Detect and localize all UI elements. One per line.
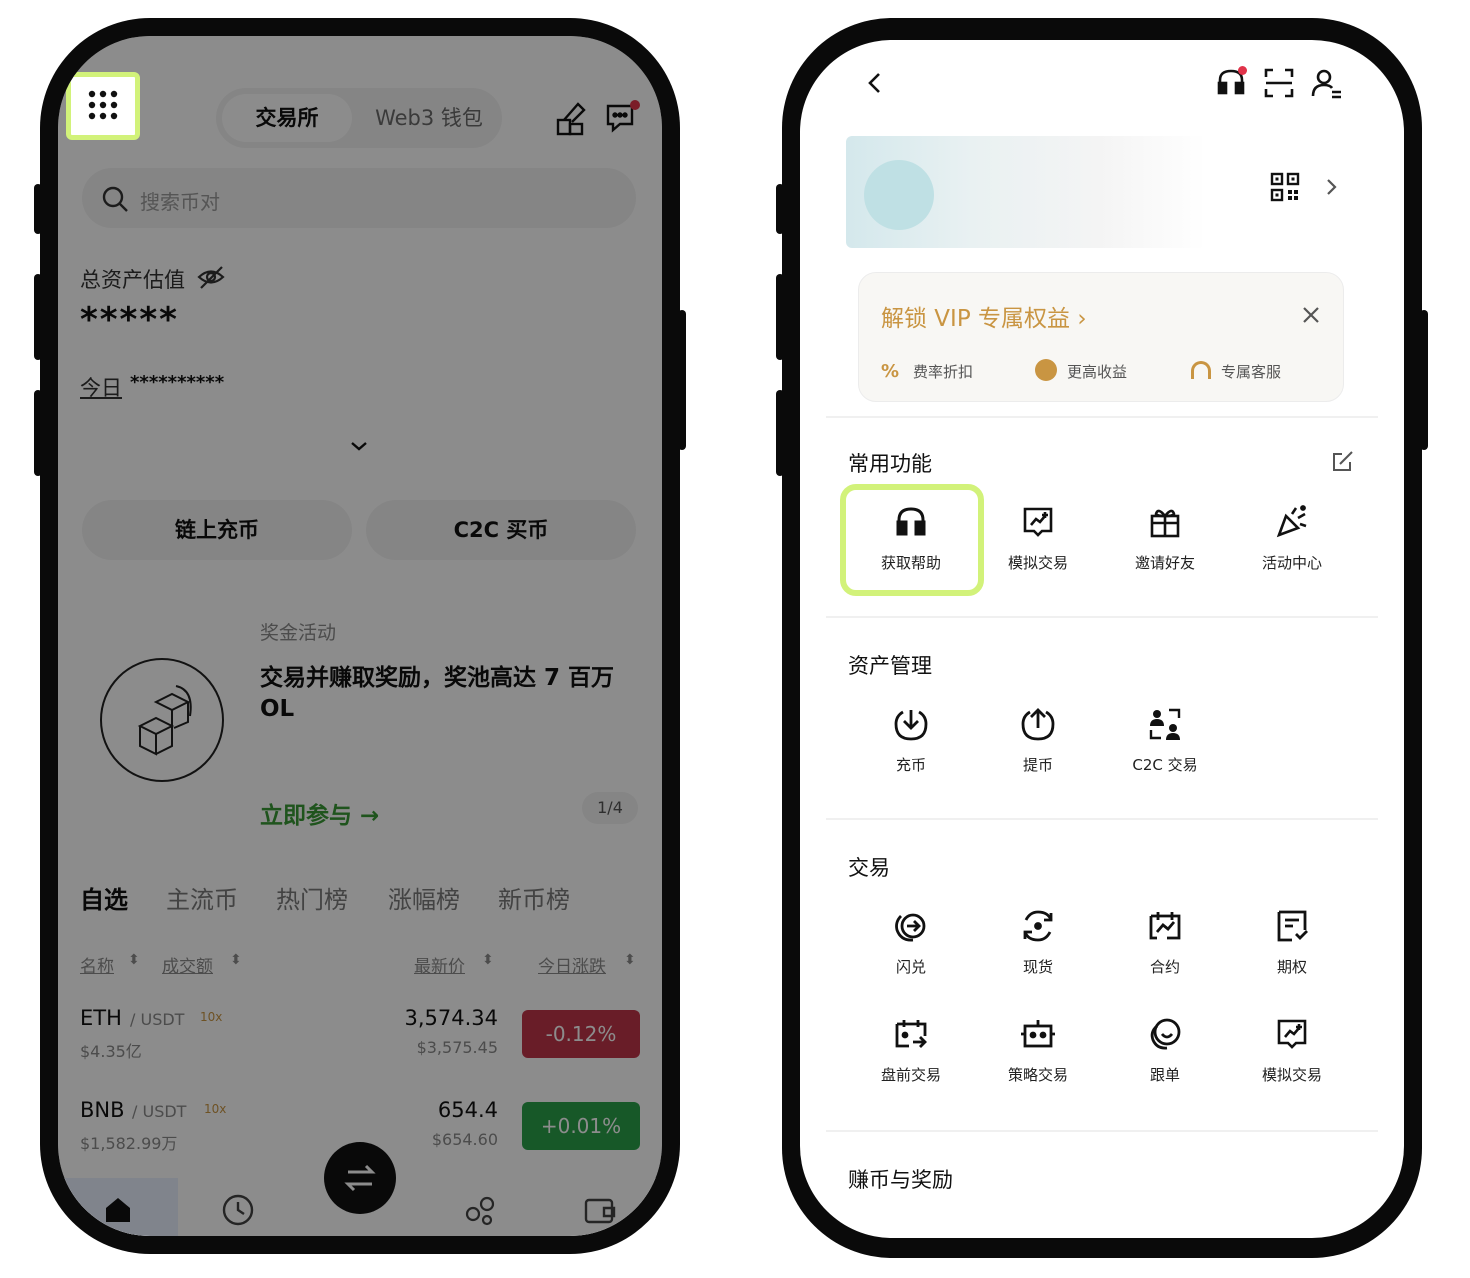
back-icon[interactable] (860, 68, 890, 98)
chevron-right-icon[interactable] (1320, 174, 1342, 200)
section-title-trading: 交易 (848, 856, 890, 880)
item-pre-market[interactable]: 盘前交易 (856, 1016, 966, 1106)
phone-side-button (776, 390, 784, 476)
item-label: 提币 (1022, 756, 1053, 774)
section-title-asset-management: 资产管理 (848, 654, 932, 678)
section-divider (826, 1130, 1378, 1132)
item-label: 活动中心 (1261, 554, 1322, 572)
item-options[interactable]: 期权 (1237, 908, 1347, 998)
section-title-earn-rewards: 赚币与奖励 (848, 1168, 953, 1192)
item-label: 获取帮助 (880, 554, 941, 572)
item-label: 跟单 (1149, 1066, 1180, 1084)
section-divider (826, 416, 1378, 418)
section-title-common: 常用功能 (848, 452, 932, 476)
item-get-help[interactable]: 获取帮助 (856, 504, 966, 594)
item-label: 闪兑 (895, 958, 926, 976)
support-icon[interactable] (1214, 66, 1248, 100)
headset-icon (1191, 361, 1211, 379)
item-bots[interactable]: 策略交易 (983, 1016, 1093, 1106)
item-c2c-trading[interactable]: C2C 交易 (1110, 706, 1220, 796)
item-label: C2C 交易 (1132, 756, 1198, 774)
percent-icon: % (881, 361, 900, 382)
phone-side-button (34, 390, 42, 476)
phone-side-button (678, 310, 686, 450)
phone-side-button (1420, 310, 1428, 450)
scan-icon[interactable] (1262, 66, 1296, 100)
dim-overlay (58, 36, 662, 1236)
item-futures[interactable]: 合约 (1110, 908, 1220, 998)
item-withdraw[interactable]: 提币 (983, 706, 1093, 796)
coin-icon (1035, 359, 1057, 381)
edit-icon[interactable] (1330, 448, 1356, 474)
vip-banner[interactable]: 解锁 VIP 专属权益 › % 费率折扣 更高收益 专属客服 (858, 272, 1344, 402)
notification-dot (1238, 66, 1247, 75)
vip-perk-dedicated-support: 专属客服 (1221, 363, 1282, 381)
profile-switch-icon[interactable] (1310, 66, 1344, 100)
item-label: 期权 (1276, 958, 1307, 976)
item-event-center[interactable]: 活动中心 (1237, 504, 1347, 594)
item-deposit[interactable]: 充币 (856, 706, 966, 796)
phone-side-button (34, 184, 42, 234)
item-copy-trading[interactable]: 跟单 (1110, 1016, 1220, 1106)
phone-side-button (34, 274, 42, 360)
section-divider (826, 616, 1378, 618)
item-label: 模拟交易 (1261, 1066, 1322, 1084)
left-phone-frame: 交易所 Web3 钱包 搜索币对 总资产估值 ***** 今日 ********… (34, 18, 686, 1254)
item-demo-trading-2[interactable]: 模拟交易 (1237, 1016, 1347, 1106)
item-label: 合约 (1149, 958, 1180, 976)
item-label: 充币 (895, 756, 926, 774)
avatar-blurred (864, 160, 934, 230)
item-spot[interactable]: 现货 (983, 908, 1093, 998)
left-screen: 交易所 Web3 钱包 搜索币对 总资产估值 ***** 今日 ********… (58, 36, 662, 1236)
right-screen: 解锁 VIP 专属权益 › % 费率折扣 更高收益 专属客服 常用功能 获取帮助… (800, 40, 1404, 1238)
item-demo-trading[interactable]: 模拟交易 (983, 504, 1093, 594)
item-label: 邀请好友 (1134, 554, 1195, 572)
section-divider (826, 818, 1378, 820)
item-label: 盘前交易 (880, 1066, 941, 1084)
highlight-menu-button[interactable] (66, 72, 140, 140)
qr-code-icon[interactable] (1270, 172, 1300, 202)
item-label: 模拟交易 (1007, 554, 1068, 572)
phone-side-button (776, 184, 784, 234)
phone-side-button (776, 274, 784, 360)
item-invite-friends[interactable]: 邀请好友 (1110, 504, 1220, 594)
vip-title: 解锁 VIP 专属权益 › (881, 306, 1087, 332)
item-convert[interactable]: 闪兑 (856, 908, 966, 998)
vip-perk-higher-yield: 更高收益 (1067, 363, 1128, 381)
item-label: 现货 (1022, 958, 1053, 976)
vip-perk-fee-discount: 费率折扣 (913, 363, 974, 381)
item-label: 策略交易 (1007, 1066, 1068, 1084)
right-phone-frame: 解锁 VIP 专属权益 › % 费率折扣 更高收益 专属客服 常用功能 获取帮助… (776, 18, 1428, 1258)
close-icon[interactable] (1299, 303, 1323, 327)
